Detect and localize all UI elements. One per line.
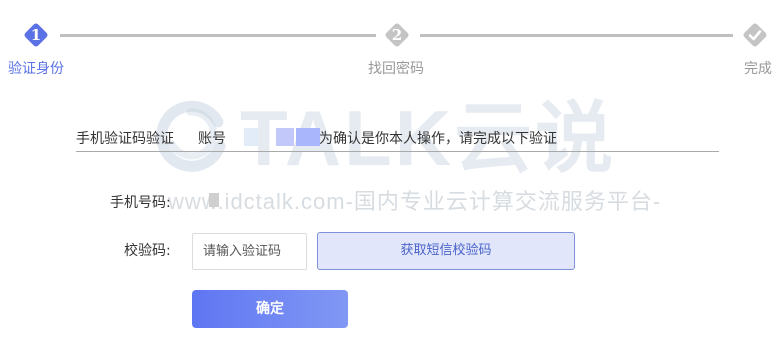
step-1-label: 验证身份 — [8, 61, 64, 77]
phone-number-mask — [209, 193, 219, 207]
verification-info-row: 手机验证码验证 账号 为确认是你本人操作，请完成以下验证 — [76, 128, 719, 152]
account-mask — [296, 128, 320, 146]
check-icon — [743, 23, 767, 47]
get-sms-code-button[interactable]: 获取短信校验码 — [317, 232, 575, 270]
verification-code-input[interactable] — [192, 233, 307, 270]
verification-method-title: 手机验证码验证 — [76, 131, 174, 147]
account-mask — [276, 128, 294, 146]
verification-description: 为确认是你本人操作，请完成以下验证 — [319, 131, 557, 147]
account-label: 账号 — [198, 131, 226, 147]
step-2-label: 找回密码 — [368, 61, 424, 77]
watermark-url: www.idctalk.com-国内专业云计算交流服务平台- — [168, 189, 662, 214]
phone-label: 手机号码: — [110, 195, 171, 211]
step-3-indicator — [740, 20, 770, 50]
step-connector-1 — [60, 34, 376, 37]
confirm-button[interactable]: 确定 — [192, 290, 348, 328]
step-2-indicator: 2 — [382, 20, 412, 50]
account-mask — [244, 128, 258, 146]
code-label: 校验码: — [124, 243, 171, 259]
step-1-indicator: 1 — [21, 20, 51, 50]
step-1-number: 1 — [30, 26, 42, 44]
step-2-number: 2 — [391, 26, 403, 44]
step-3-label: 完成 — [744, 61, 772, 77]
step-connector-2 — [420, 34, 733, 37]
